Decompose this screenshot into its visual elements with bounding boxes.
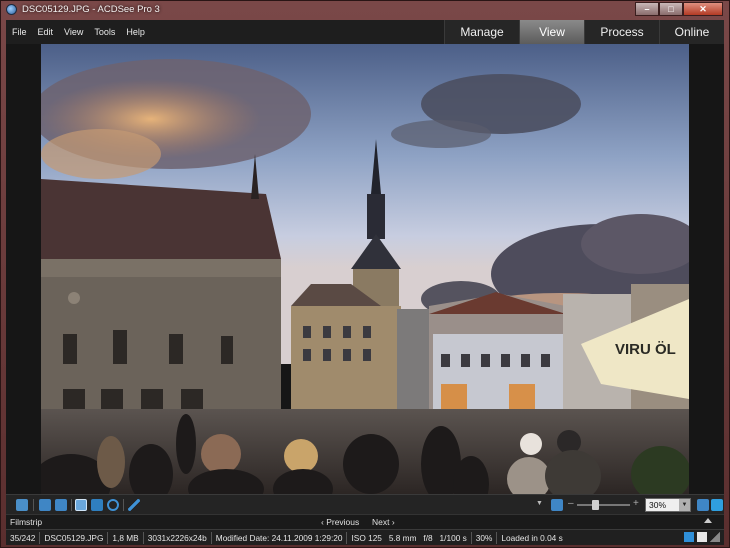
menu-bar: File Edit View Tools Help Manage View Pr… [6,20,724,44]
filmstrip-label[interactable]: Filmstrip [10,517,42,527]
umbrella-sign-text: VIRU ÖL [615,341,676,358]
resize-grip-icon[interactable] [710,532,720,542]
next-button[interactable]: Next › [372,517,395,527]
menu-view[interactable]: View [64,27,83,37]
zoom-out-button[interactable]: – [568,498,574,509]
select-tool-icon[interactable] [91,499,103,511]
status-modified-date: Modified Date: 24.11.2009 1:29:20 [212,531,348,544]
rotate-right-icon[interactable] [55,499,67,511]
tab-process[interactable]: Process [584,20,659,44]
zoom-level-value: 30% [649,500,667,510]
toolbar-separator [33,499,34,511]
rotate-left-icon[interactable] [39,499,51,511]
status-zoom: 30% [472,531,498,544]
toolbar-separator [123,499,124,511]
dropdown-arrow-icon[interactable]: ▼ [679,499,690,511]
window-controls: – □ ✕ [635,2,723,16]
status-filesize: 1,8 MB [108,531,144,544]
menu-tools[interactable]: Tools [94,27,115,37]
maximize-button[interactable]: □ [659,2,683,16]
status-icons [684,532,720,542]
title-bar[interactable]: DSC05129.JPG - ACDSee Pro 3 – □ ✕ [1,1,729,19]
status-dimensions: 3031x2226x24b [144,531,212,544]
filmstrip-icon[interactable] [16,499,28,511]
status-exif: ISO 125 5.8 mm f/8 1/100 s [347,531,472,544]
zoom-slider-track[interactable] [577,504,630,506]
tab-manage[interactable]: Manage [444,20,519,44]
filmstrip-bar: Filmstrip ‹ Previous Next › [6,514,724,529]
status-load-time: Loaded in 0.04 s [501,532,563,543]
collapse-filmstrip-icon[interactable] [704,518,712,523]
mode-tabs: Manage View Process Online [444,20,724,44]
previous-button[interactable]: ‹ Previous [321,517,359,527]
acdsee-app-icon[interactable] [6,4,17,15]
fit-icon[interactable] [128,499,140,511]
page-icon[interactable] [697,532,707,542]
image-viewer[interactable]: VIRU ÖL [6,44,724,494]
tab-view[interactable]: View [519,20,584,44]
expand-icon[interactable] [711,499,723,511]
hand-tool-icon[interactable] [75,499,87,511]
app-window: DSC05129.JPG - ACDSee Pro 3 – □ ✕ File E… [0,0,730,548]
status-filename: DSC05129.JPG [40,531,109,544]
info-icon[interactable] [684,532,694,542]
main-menu: File Edit View Tools Help [12,27,156,37]
viewer-toolbar: ▼ – + 30% ▼ [6,494,724,514]
zoom-in-button[interactable]: + [633,498,639,509]
tab-online[interactable]: Online [659,20,724,44]
zoom-slider-thumb[interactable] [592,500,599,510]
toolbar-separator [71,499,72,511]
close-button[interactable]: ✕ [683,2,723,16]
minimize-button[interactable]: – [635,2,659,16]
zoom-level-select[interactable]: 30% ▼ [645,498,691,512]
menu-edit[interactable]: Edit [38,27,54,37]
photo[interactable]: VIRU ÖL [41,44,689,494]
full-screen-icon[interactable] [697,499,709,511]
chevron-down-icon[interactable]: ▼ [536,500,543,507]
town-square-photo: VIRU ÖL [41,44,689,494]
menu-file[interactable]: File [12,27,27,37]
actual-size-icon[interactable] [551,499,563,511]
menu-help[interactable]: Help [126,27,145,37]
status-bar: 35/242 DSC05129.JPG 1,8 MB 3031x2226x24b… [6,529,724,545]
zoom-tool-icon[interactable] [107,499,119,511]
status-position: 35/242 [6,531,41,544]
window-title: DSC05129.JPG - ACDSee Pro 3 [22,4,160,15]
